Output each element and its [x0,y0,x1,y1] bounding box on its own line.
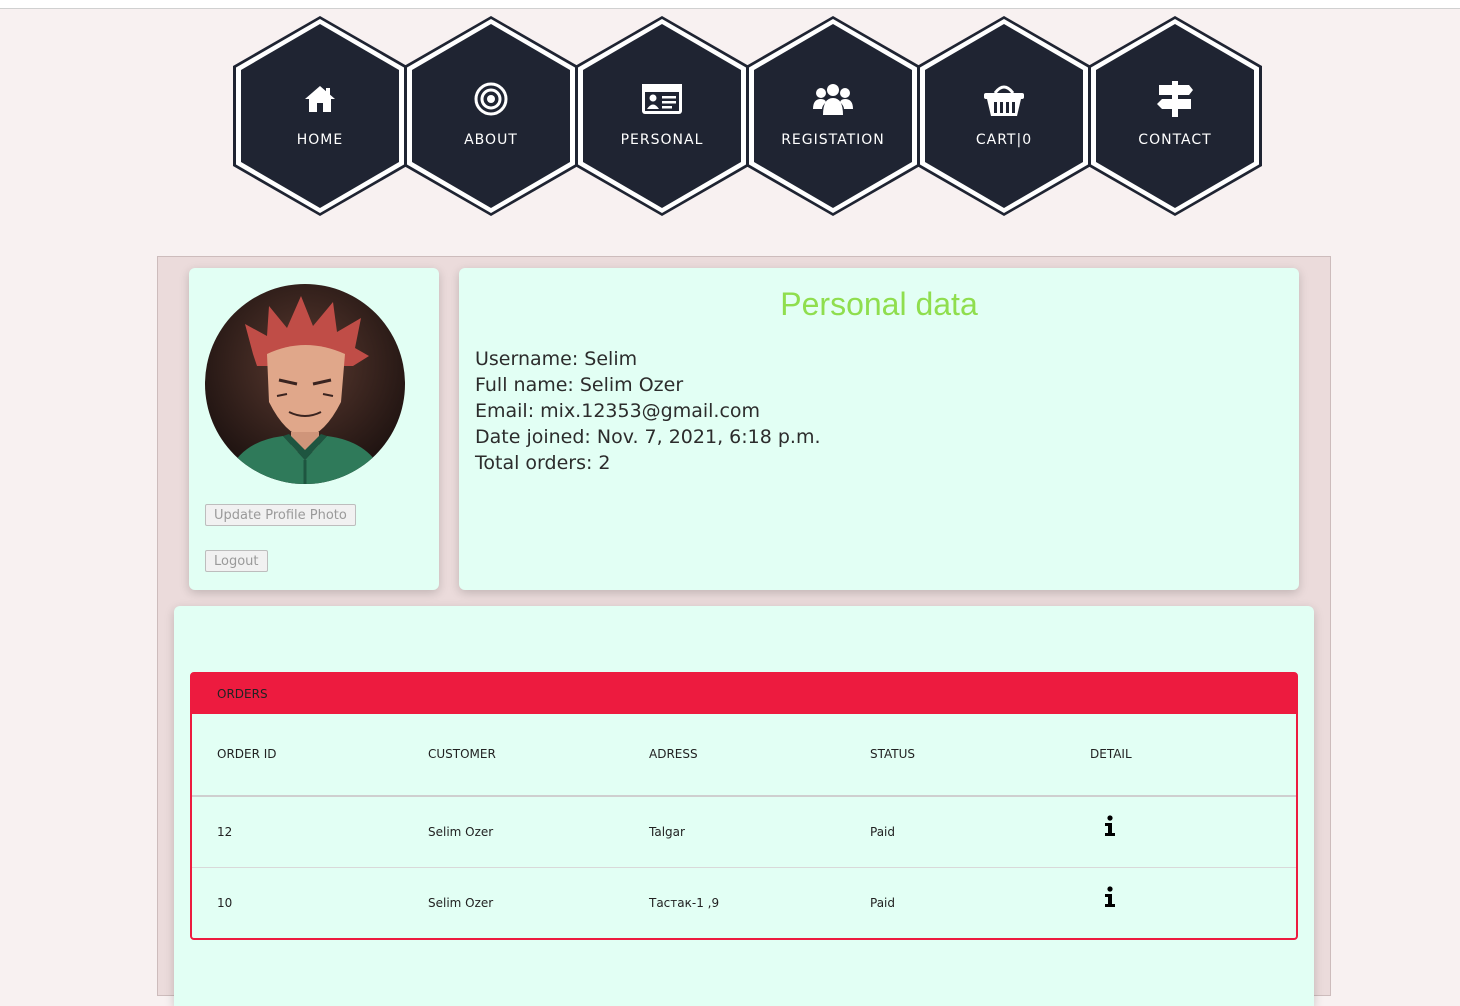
users-icon [746,80,920,118]
col-status: STATUS [870,747,916,761]
customer-name: Selim Ozer [428,825,494,839]
col-order-id: ORDER ID [217,747,277,761]
nav-about[interactable]: ABOUT [404,16,578,216]
nav-registration[interactable]: REGISTATION [746,16,920,216]
target-icon [404,80,578,118]
profile-card: Update Profile Photo Logout [189,268,439,590]
orders-header-bar: ORDERS [192,674,1296,714]
date-joined-text: Date joined: Nov. 7, 2021, 6:18 p.m. [475,426,821,448]
browser-top-strip [0,0,1460,9]
personal-data-card: Personal data Username: Selim Full name:… [459,268,1299,590]
logout-button[interactable]: Logout [205,550,268,572]
nav-contact[interactable]: CONTACT [1088,16,1262,216]
profile-panel: Update Profile Photo Logout Personal dat… [157,256,1331,1006]
nav-home[interactable]: HOME [233,16,407,216]
nav-personal[interactable]: PERSONAL [575,16,749,216]
col-address: ADRESS [649,747,698,761]
customer-name: Selim Ozer [428,896,494,910]
email-text: Email: mix.12353@gmail.com [475,400,761,422]
order-status: Paid [870,825,896,839]
username-text: Username: Selim [475,348,638,370]
order-id: 10 [217,896,233,910]
col-detail: DETAIL [1090,747,1132,761]
info-icon[interactable] [1104,886,1116,912]
order-address: Talgar [649,825,685,839]
nav-contact-label: CONTACT [1138,132,1212,148]
nav-about-label: ABOUT [464,132,518,148]
info-icon[interactable] [1104,815,1116,841]
orders-table: ORDERS ORDER ID CUSTOMER ADRESS STATUS D… [190,672,1298,940]
nav-personal-label: PERSONAL [620,132,704,148]
signpost-icon [1088,80,1262,118]
nav-home-label: HOME [296,132,344,148]
basket-icon [917,80,1091,118]
header-divider [192,795,1296,797]
personal-data-title: Personal data [780,286,978,322]
col-customer: CUSTOMER [428,747,496,761]
row-divider [192,867,1296,868]
nav-cart-label: CART|0 [975,132,1033,148]
id-card-icon [575,80,749,118]
total-orders-text: Total orders: 2 [475,452,611,474]
home-icon [233,80,407,118]
order-status: Paid [870,896,896,910]
order-address: Тастак-1 ,9 [649,896,720,910]
full-name-text: Full name: Selim Ozer [475,374,684,396]
nav-cart[interactable]: CART|0 [917,16,1091,216]
update-profile-photo-button[interactable]: Update Profile Photo [205,504,356,526]
order-id: 12 [217,825,233,839]
orders-title: ORDERS [217,687,268,701]
nav-registration-label: REGISTATION [781,132,885,148]
avatar [205,284,405,484]
orders-card: ORDERS ORDER ID CUSTOMER ADRESS STATUS D… [174,606,1314,1006]
